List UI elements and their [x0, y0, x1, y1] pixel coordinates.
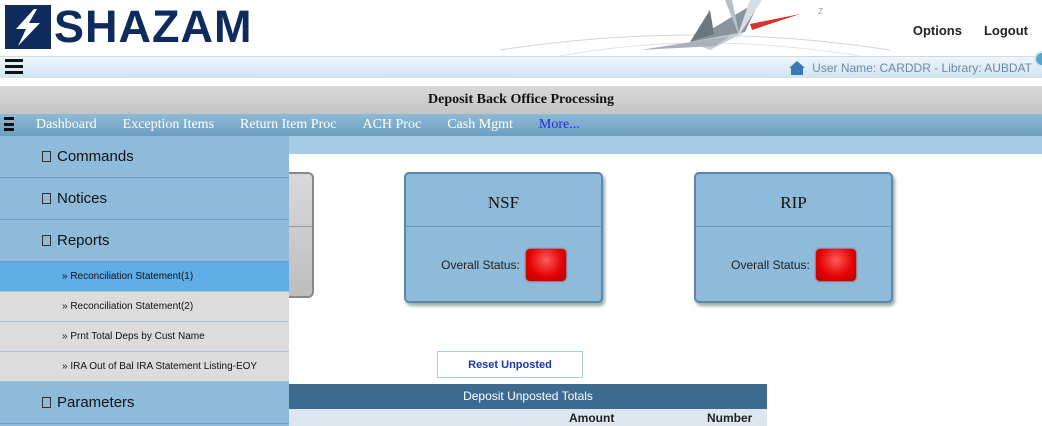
brand-name: SHAZAM: [54, 1, 253, 52]
compass-banner-image: Z: [500, 0, 890, 56]
card-title: RIP: [696, 174, 891, 227]
red-status-indicator-icon: [525, 249, 566, 281]
user-info-text: User Name: CARDDR - Library: AUBDAT: [812, 61, 1032, 75]
collapse-box-icon: [42, 151, 51, 162]
deposit-unposted-totals-table: Deposit Unposted Totals Amount Number: [289, 384, 767, 426]
side-menu: Commands Notices Reports » Reconciliatio…: [0, 136, 289, 426]
collapse-box-icon: [42, 193, 51, 204]
collapse-box-icon: [42, 397, 51, 408]
rip-status-card[interactable]: RIP Overall Status:: [694, 172, 893, 303]
nav-dashboard[interactable]: Dashboard: [36, 117, 97, 133]
sidebar-item-commands[interactable]: Commands: [0, 136, 289, 178]
reset-unposted-button[interactable]: Reset Unposted: [437, 351, 583, 378]
report-reconciliation-statement-2[interactable]: » Reconciliation Statement(2): [0, 292, 289, 322]
nav-cash-mgmt[interactable]: Cash Mgmt: [447, 117, 513, 133]
sidebar-item-notices[interactable]: Notices: [0, 178, 289, 220]
shazam-logo[interactable]: SHAZAM: [4, 4, 252, 50]
sidebar-item-label: Notices: [57, 190, 108, 207]
app-header: SHAZAM Z Options Logout: [0, 0, 1042, 56]
card-title: NSF: [406, 174, 601, 227]
user-bar: User Name: CARDDR - Library: AUBDAT: [0, 51, 1042, 78]
logout-link[interactable]: Logout: [984, 23, 1028, 38]
status-label: Overall Status:: [441, 258, 520, 272]
collapse-box-icon: [42, 235, 51, 246]
sidebar-item-label: Parameters: [57, 394, 135, 411]
top-links: Options Logout: [913, 23, 1028, 38]
report-reconciliation-statement-1[interactable]: » Reconciliation Statement(1): [0, 262, 289, 292]
card-status: Overall Status:: [696, 227, 891, 303]
home-icon[interactable]: [788, 60, 806, 76]
nav-ach-proc[interactable]: ACH Proc: [362, 117, 421, 133]
page-title: Deposit Back Office Processing: [0, 86, 1042, 114]
card-status: Overall Status:: [406, 227, 601, 303]
svg-text:Z: Z: [818, 7, 823, 16]
options-link[interactable]: Options: [913, 23, 962, 38]
nav-menu-icon[interactable]: [4, 117, 14, 133]
user-info: User Name: CARDDR - Library: AUBDAT: [788, 60, 1032, 76]
dashboard-content: NSF Overall Status: RIP Overall Status: …: [279, 154, 1042, 426]
red-status-indicator-icon: [815, 249, 856, 281]
lightning-bolt-logo-icon: [5, 5, 51, 49]
table-title: Deposit Unposted Totals: [289, 384, 767, 409]
column-header-number[interactable]: Number: [707, 411, 752, 425]
nsf-status-card[interactable]: NSF Overall Status:: [404, 172, 603, 303]
column-header-amount[interactable]: Amount: [569, 411, 614, 425]
main-menu-icon[interactable]: [5, 59, 23, 75]
nav-more[interactable]: More...: [539, 117, 580, 133]
notification-bubble-icon[interactable]: [1034, 51, 1042, 67]
report-ira-out-of-bal[interactable]: » IRA Out of Bal IRA Statement Listing-E…: [0, 352, 289, 382]
sidebar-item-label: Reports: [57, 232, 110, 249]
sidebar-item-parameters[interactable]: Parameters: [0, 382, 289, 424]
status-label: Overall Status:: [731, 258, 810, 272]
main-nav: Dashboard Exception Items Return Item Pr…: [0, 114, 1042, 136]
sidebar-item-label: Commands: [57, 148, 134, 165]
report-prnt-total-deps[interactable]: » Prnt Total Deps by Cust Name: [0, 322, 289, 352]
sidebar-item-reports[interactable]: Reports: [0, 220, 289, 262]
nav-exception-items[interactable]: Exception Items: [123, 117, 214, 133]
nav-return-item-proc[interactable]: Return Item Proc: [240, 117, 336, 133]
table-header-row: Amount Number: [289, 409, 767, 426]
